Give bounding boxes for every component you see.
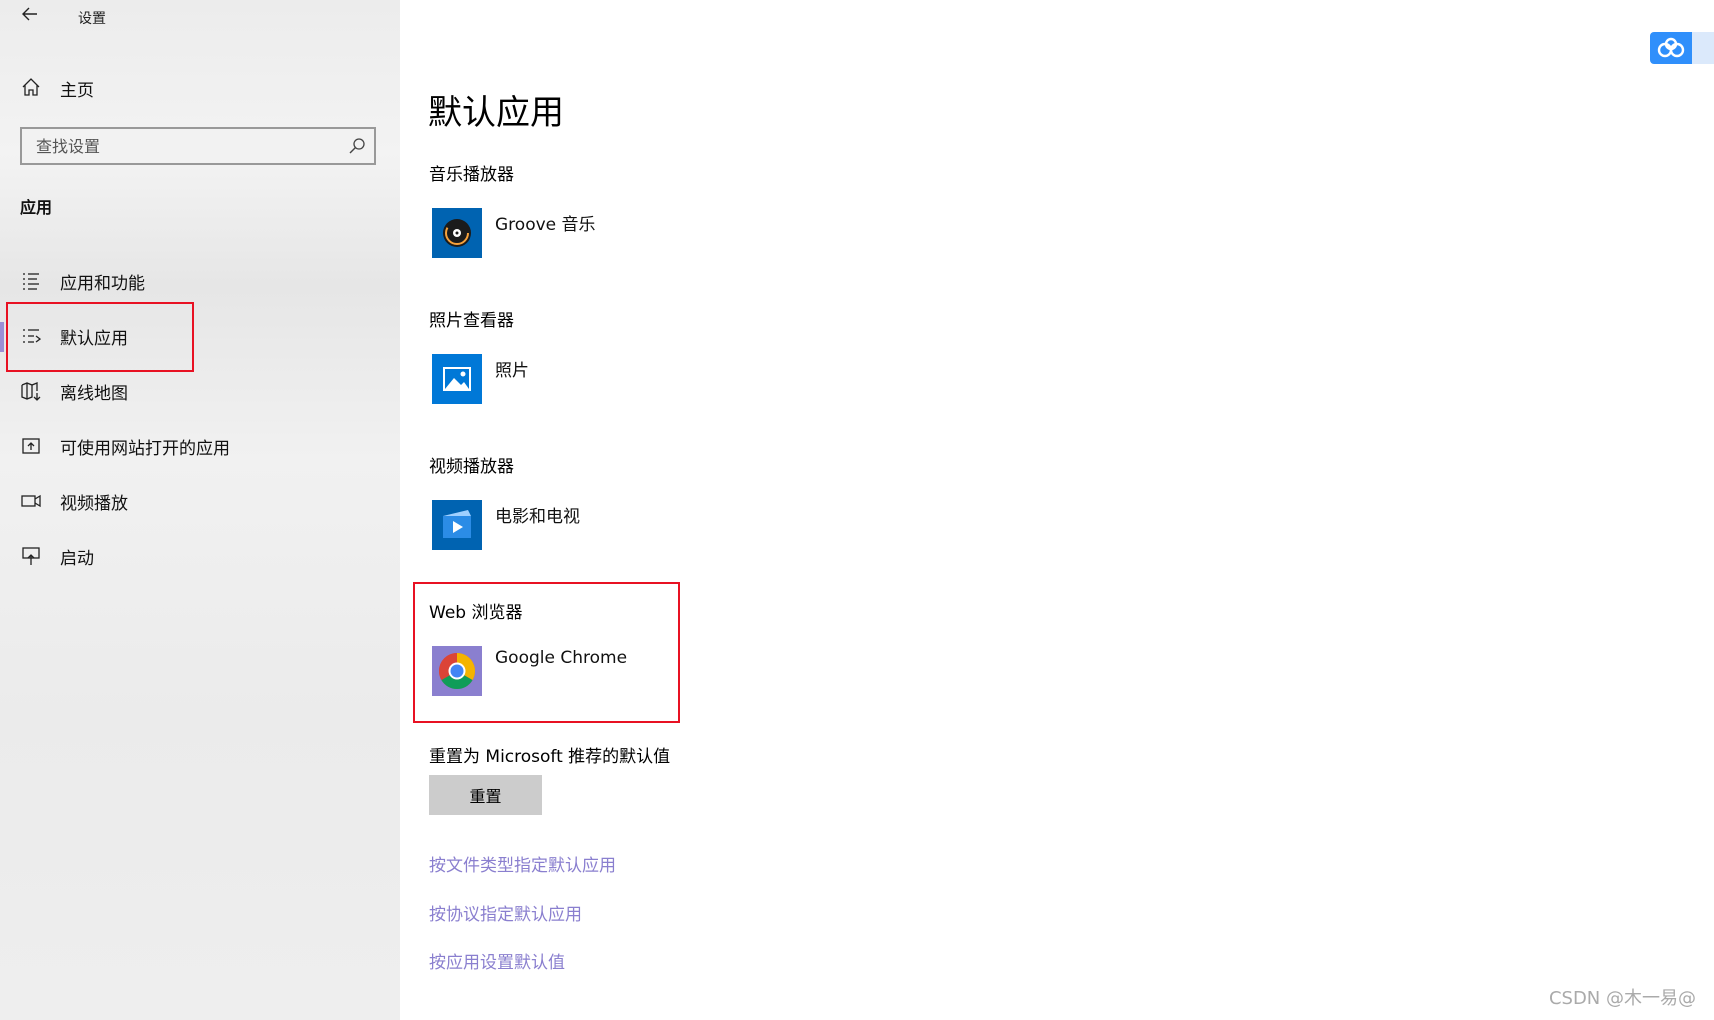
nav-home[interactable]: 主页 <box>0 70 400 106</box>
reset-label: 重置为 Microsoft 推荐的默认值 <box>429 747 671 767</box>
title-bar: 设置 <box>0 0 400 34</box>
watermark: CSDN @木一易@ <box>1548 988 1696 1009</box>
default-app-photos[interactable]: 照片 <box>430 354 730 408</box>
sidebar-item-apps-features[interactable]: 应用和功能 <box>0 257 400 305</box>
groove-music-icon <box>432 208 482 258</box>
video-icon <box>20 490 42 512</box>
sidebar-item-label: 启动 <box>60 549 94 569</box>
page-title: 默认应用 <box>428 92 564 133</box>
search-box <box>20 127 376 165</box>
search-icon[interactable] <box>348 137 366 155</box>
highlight-box <box>413 582 680 723</box>
movies-tv-icon <box>432 500 482 550</box>
reset-button[interactable]: 重置 <box>429 775 542 815</box>
list-icon <box>20 270 42 292</box>
sidebar-item-label: 可使用网站打开的应用 <box>60 439 230 459</box>
highlight-box <box>6 302 194 372</box>
app-name: 电影和电视 <box>495 507 580 527</box>
link-by-file-type[interactable]: 按文件类型指定默认应用 <box>429 851 616 876</box>
sidebar-item-video-playback[interactable]: 视频播放 <box>0 477 400 525</box>
sidebar-item-offline-maps[interactable]: 离线地图 <box>0 367 400 415</box>
cloud-icon <box>1657 37 1685 58</box>
search-input[interactable] <box>22 129 360 163</box>
sidebar-item-apps-for-websites[interactable]: 可使用网站打开的应用 <box>0 422 400 470</box>
link-by-app[interactable]: 按应用设置默认值 <box>429 948 565 973</box>
group-label-video: 视频播放器 <box>429 457 514 477</box>
window-title: 设置 <box>78 11 106 27</box>
link-by-protocol[interactable]: 按协议指定默认应用 <box>429 900 582 925</box>
startup-icon <box>20 545 42 567</box>
cloud-widget-edge <box>1692 32 1714 64</box>
sidebar: 设置 主页 应用 <box>0 0 400 1020</box>
group-label-photos: 照片查看器 <box>429 311 514 331</box>
nav-home-label: 主页 <box>60 81 94 101</box>
arrow-left-icon <box>22 7 37 21</box>
sidebar-item-label: 应用和功能 <box>60 274 145 294</box>
section-title: 应用 <box>20 198 53 217</box>
photos-icon <box>432 354 482 404</box>
open-in-app-icon <box>20 435 42 457</box>
group-label-music: 音乐播放器 <box>429 165 514 185</box>
app-name: 照片 <box>495 361 529 381</box>
sidebar-item-label: 离线地图 <box>60 384 128 404</box>
sidebar-item-startup[interactable]: 启动 <box>0 532 400 580</box>
default-app-music[interactable]: Groove 音乐 <box>430 208 730 262</box>
app-name: Groove 音乐 <box>495 215 596 235</box>
default-app-video[interactable]: 电影和电视 <box>430 500 730 554</box>
map-download-icon <box>20 380 42 402</box>
cloud-widget[interactable] <box>1650 32 1714 64</box>
home-icon <box>20 76 42 98</box>
sidebar-item-label: 视频播放 <box>60 494 128 514</box>
back-button[interactable] <box>18 4 42 28</box>
